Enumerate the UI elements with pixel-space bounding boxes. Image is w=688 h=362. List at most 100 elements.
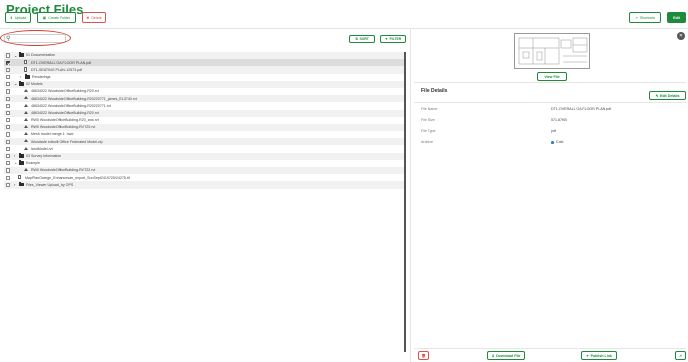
tree-item-label: Woodside edbuilt Office Federated Model.… (31, 139, 103, 144)
tree-file-row[interactable]: RW0 WoodsideOfficeBuilding-RVT20.rvt (4, 123, 404, 132)
chevron-right-icon[interactable]: › (14, 182, 15, 187)
link-icon: ⚭ (586, 353, 590, 358)
upload-button[interactable]: ⬆ Upload (5, 12, 31, 23)
tree-file-row[interactable]: landModel.rvt (4, 145, 404, 152)
folder-icon (19, 153, 24, 158)
tree-item-label: Example (26, 161, 40, 166)
chevron-right-icon[interactable]: › (14, 153, 15, 158)
model-icon (24, 168, 28, 172)
tree-folder-row[interactable]: › Renderings (4, 73, 404, 81)
model-icon (24, 139, 28, 143)
tree-file-row[interactable]: MapPlanOrange_Enhancesan_export_SunSept2… (4, 174, 404, 181)
tree-file-row[interactable]: RW0 WoodsideOfficeBuilding-RVT22.rvt (4, 167, 404, 175)
model-icon (24, 103, 28, 107)
tree-file-row[interactable]: 48634022 WoodsideOfficeBuilding-R2022077… (4, 102, 404, 109)
download-icon: ⬇ (491, 353, 495, 358)
tree-folder-row[interactable]: ⌄ 02 Models (4, 80, 404, 88)
row-checkbox[interactable] (6, 82, 11, 87)
delete-file-button[interactable]: 🗑 (418, 351, 429, 360)
tree-scrollbar[interactable] (404, 52, 406, 352)
tree-file-row[interactable]: RW0 WoodsideOfficeBuilding-R20_ano.rvt (4, 117, 404, 124)
row-checkbox[interactable] (6, 125, 11, 130)
chevron-down-icon[interactable]: ⌄ (14, 160, 17, 165)
folder-icon (19, 81, 24, 86)
row-checkbox[interactable] (6, 53, 11, 58)
row-checkbox[interactable] (6, 110, 11, 116)
share-icon: ↗ (678, 353, 682, 358)
folder-icon (19, 160, 24, 165)
close-icon[interactable]: ✕ (677, 32, 685, 40)
edit-details-button[interactable]: ✎ Edit Details (649, 91, 686, 100)
detail-key: File Name (421, 107, 438, 111)
tree-item-label: RW0 WoodsideOfficeBuilding-R20_ano.rvt (31, 118, 99, 123)
publish-link-button[interactable]: ⚭ Publish Link (581, 351, 617, 360)
row-checkbox[interactable] (6, 67, 11, 72)
tree-file-row[interactable]: Woodside edbuilt Office Federated Model.… (4, 138, 404, 146)
detail-value: 571.87KB (551, 118, 567, 122)
model-icon (24, 132, 28, 136)
filter-button[interactable]: ▼ FILTER (380, 35, 406, 43)
tree-file-row[interactable]: 48634022 WoodsideOfficeBuilding-R20.rvt (4, 109, 404, 117)
folder-icon (19, 52, 24, 57)
tree-item-label: Files_Viewer Upload_by OPS (26, 182, 74, 187)
details-divider (414, 102, 686, 103)
tree-file-row[interactable]: 48634022 WoodsideOfficeBuilding-R20.rvt (4, 88, 404, 95)
tree-file-row[interactable]: Mesh model merge 1 .nwd (4, 131, 404, 138)
folder-icon (19, 181, 24, 187)
edit-button[interactable]: Edit (667, 12, 686, 23)
detail-key: File Size (421, 118, 435, 122)
floor-plan-thumbnail (514, 33, 590, 69)
row-checkbox[interactable] (6, 154, 11, 159)
file-icon (24, 67, 28, 72)
chevron-down-icon[interactable]: ⌄ (14, 81, 17, 86)
model-icon (24, 110, 28, 114)
tree-item-label: 48634022 WoodsideOfficeBuilding-R2022077… (31, 96, 137, 101)
file-icon (24, 60, 28, 65)
archive-status-dot (551, 141, 554, 144)
download-file-button[interactable]: ⬇ Download File (487, 351, 525, 360)
detail-value: Cold (556, 140, 564, 144)
tree-item-label: RW0 WoodsideOfficeBuilding-RVT22.rvt (31, 168, 96, 173)
row-checkbox[interactable] (6, 132, 11, 137)
tree-file-row[interactable]: DT1-OVERALL GA FLOOR PLAN.pdf (4, 59, 404, 67)
row-checkbox[interactable] (6, 168, 11, 173)
row-checkbox[interactable] (6, 96, 11, 101)
shortcuts-button[interactable]: ↗ Shortcuts (629, 12, 661, 23)
view-file-button[interactable]: View File (537, 72, 567, 81)
model-icon (24, 96, 28, 100)
panel-divider (410, 29, 411, 362)
tree-folder-row[interactable]: ⌄ 01 Documentation (4, 52, 404, 60)
folder-plus-icon: ▣ (42, 15, 47, 20)
row-checkbox[interactable] (6, 139, 11, 144)
model-icon (24, 117, 28, 121)
highlight-circle (0, 30, 71, 46)
delete-button[interactable]: ✖ Delete (82, 12, 106, 23)
chevron-down-icon[interactable]: ⌄ (14, 53, 17, 58)
tree-item-label: 02 Models (26, 82, 43, 87)
tree-file-row[interactable]: DT1-SEATING PLAN-12573.pdf (4, 66, 404, 74)
row-checkbox[interactable] (6, 60, 11, 65)
tree-folder-row[interactable]: › 03 Survey Information (4, 152, 404, 160)
chevron-right-icon[interactable]: › (20, 74, 21, 79)
row-checkbox[interactable] (6, 118, 11, 123)
row-checkbox[interactable] (6, 103, 11, 108)
row-checkbox[interactable] (6, 175, 11, 180)
detail-value: DT1-OVERALL GA FLOOR PLAN.pdf (551, 107, 612, 111)
model-icon (24, 125, 28, 129)
row-checkbox[interactable] (6, 89, 11, 94)
file-details-title: File Details (421, 88, 448, 94)
detail-key: File Type (421, 129, 436, 133)
row-checkbox[interactable] (6, 182, 11, 187)
tree-item-label: Mesh model merge 1 .nwd (31, 132, 74, 137)
create-folder-button[interactable]: ▣ Create Folder (37, 12, 76, 23)
sort-button[interactable]: ⇅ SORT (349, 35, 375, 43)
tree-folder-row[interactable]: › Files_Viewer Upload_by OPS (4, 181, 404, 189)
row-checkbox[interactable] (6, 146, 11, 152)
trash-icon: ✖ (86, 15, 90, 20)
tree-folder-row[interactable]: ⌄ Example (4, 160, 404, 167)
tree-file-row[interactable]: 48634022 WoodsideOfficeBuilding-R2022077… (4, 95, 404, 103)
upload-icon: ⬆ (9, 15, 13, 20)
share-button[interactable]: ↗ (675, 351, 686, 360)
row-checkbox[interactable] (6, 161, 11, 166)
row-checkbox[interactable] (6, 74, 11, 80)
